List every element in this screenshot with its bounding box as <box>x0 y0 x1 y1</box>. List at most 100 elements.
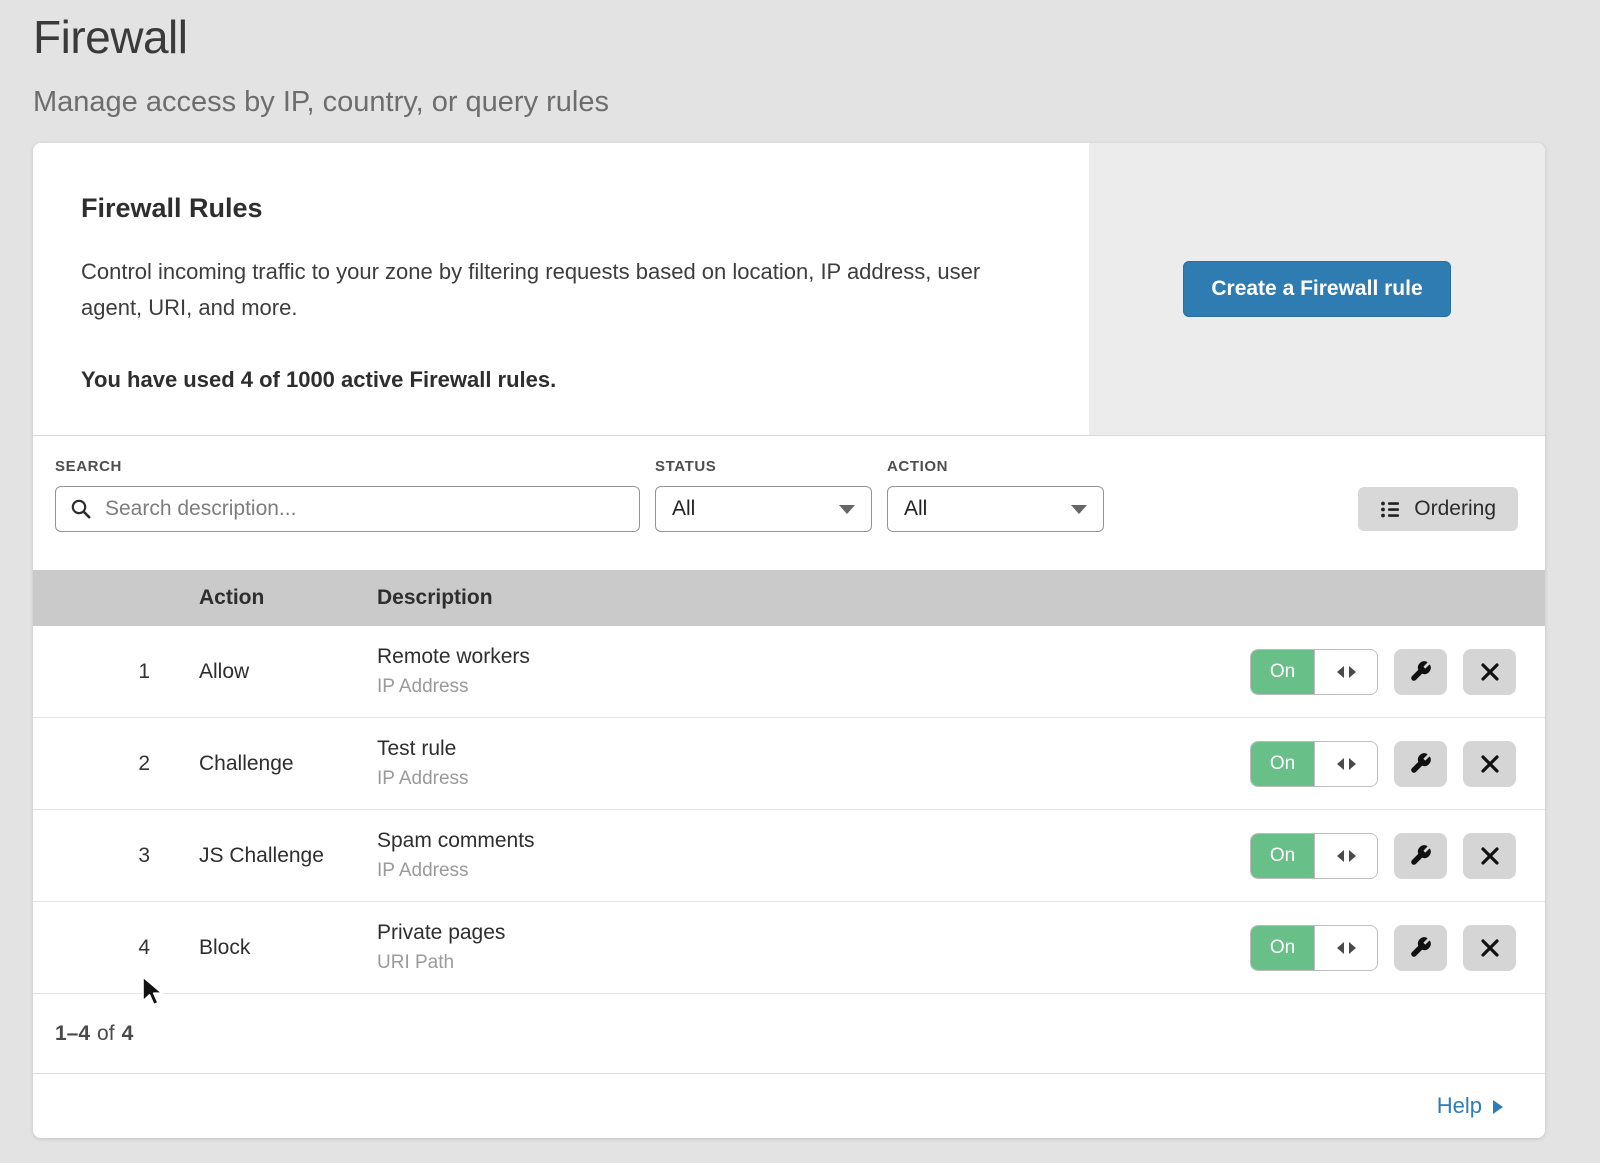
mouse-cursor <box>140 976 166 1015</box>
edit-rule-button[interactable] <box>1394 741 1447 787</box>
ordering-button[interactable]: Ordering <box>1358 487 1518 531</box>
rule-priority-number: 4 <box>33 936 166 960</box>
page-title: Firewall <box>33 10 1600 64</box>
action-select[interactable]: All <box>887 486 1104 532</box>
close-icon <box>1480 938 1500 958</box>
table-row: 1 Allow Remote workers IP Address On <box>33 626 1545 718</box>
description-column-header: Description <box>344 586 1215 610</box>
wrench-icon <box>1409 844 1432 867</box>
rule-action: Allow <box>166 660 344 684</box>
arrow-left-icon <box>1337 850 1344 862</box>
status-select[interactable]: All <box>655 486 872 532</box>
toggle-on-label: On <box>1251 742 1314 786</box>
arrow-right-icon <box>1349 666 1356 678</box>
delete-rule-button[interactable] <box>1463 741 1516 787</box>
rule-controls: On <box>1215 741 1545 787</box>
table-row: 3 JS Challenge Spam comments IP Address … <box>33 810 1545 902</box>
rule-controls: On <box>1215 925 1545 971</box>
filter-bar: SEARCH STATUS All ACTION All <box>33 436 1545 570</box>
wrench-icon <box>1409 936 1432 959</box>
delete-rule-button[interactable] <box>1463 649 1516 695</box>
rules-heading: Firewall Rules <box>81 193 1041 224</box>
rules-usage-text: You have used 4 of 1000 active Firewall … <box>81 367 1041 393</box>
toggle-handle <box>1314 742 1377 786</box>
rule-enabled-toggle[interactable]: On <box>1250 741 1378 787</box>
action-selected-value: All <box>904 497 927 521</box>
rule-action: Challenge <box>166 752 344 776</box>
close-icon <box>1480 662 1500 682</box>
search-input[interactable] <box>103 496 625 522</box>
search-box <box>55 486 640 532</box>
rule-action: Block <box>166 936 344 960</box>
help-row: Help <box>33 1074 1545 1138</box>
rule-enabled-toggle[interactable]: On <box>1250 649 1378 695</box>
close-icon <box>1480 846 1500 866</box>
edit-rule-button[interactable] <box>1394 833 1447 879</box>
status-label: STATUS <box>655 458 872 475</box>
rule-description-cell: Spam comments IP Address <box>344 829 1215 882</box>
edit-rule-button[interactable] <box>1394 649 1447 695</box>
rule-description: Spam comments <box>377 829 1215 853</box>
rules-intro-text: Firewall Rules Control incoming traffic … <box>33 143 1089 435</box>
help-link-label: Help <box>1437 1093 1482 1119</box>
rule-description-cell: Test rule IP Address <box>344 737 1215 790</box>
table-header: Action Description <box>33 570 1545 626</box>
search-label: SEARCH <box>55 458 640 475</box>
pagination-range: 1–4 <box>55 1022 90 1046</box>
status-selected-value: All <box>672 497 695 521</box>
chevron-down-icon <box>1071 505 1087 514</box>
delete-rule-button[interactable] <box>1463 925 1516 971</box>
toggle-handle <box>1314 650 1377 694</box>
page-header: Firewall Manage access by IP, country, o… <box>0 0 1600 119</box>
help-link[interactable]: Help <box>1437 1093 1503 1119</box>
status-filter-group: STATUS All <box>655 458 872 532</box>
firewall-rules-card: Firewall Rules Control incoming traffic … <box>33 143 1545 1138</box>
action-filter-group: ACTION All <box>887 458 1104 532</box>
arrow-right-icon <box>1349 942 1356 954</box>
rule-priority-number: 1 <box>33 660 166 684</box>
rule-enabled-toggle[interactable]: On <box>1250 833 1378 879</box>
rule-match-field: URI Path <box>377 952 1215 974</box>
rule-priority-number: 2 <box>33 752 166 776</box>
wrench-icon <box>1409 752 1432 775</box>
pagination-row: 1–4 of 4 <box>33 994 1545 1074</box>
delete-rule-button[interactable] <box>1463 833 1516 879</box>
arrow-left-icon <box>1337 942 1344 954</box>
table-row: 2 Challenge Test rule IP Address On <box>33 718 1545 810</box>
arrow-left-icon <box>1337 666 1344 678</box>
page-subtitle: Manage access by IP, country, or query r… <box>33 86 1600 119</box>
toggle-handle <box>1314 926 1377 970</box>
arrow-right-icon <box>1349 850 1356 862</box>
toggle-on-label: On <box>1251 650 1314 694</box>
rule-match-field: IP Address <box>377 860 1215 882</box>
rule-description-cell: Remote workers IP Address <box>344 645 1215 698</box>
create-firewall-rule-button[interactable]: Create a Firewall rule <box>1183 261 1450 317</box>
close-icon <box>1480 754 1500 774</box>
rule-description: Private pages <box>377 921 1215 945</box>
rules-intro-section: Firewall Rules Control incoming traffic … <box>33 143 1545 436</box>
chevron-down-icon <box>839 505 855 514</box>
search-icon <box>70 498 92 520</box>
rule-description: Remote workers <box>377 645 1215 669</box>
ordering-list-icon <box>1380 499 1401 520</box>
rule-controls: On <box>1215 833 1545 879</box>
arrow-right-icon <box>1349 758 1356 770</box>
pagination-of: of <box>97 1022 115 1046</box>
search-filter-group: SEARCH <box>55 458 640 532</box>
table-row: 4 Block Private pages URI Path On <box>33 902 1545 994</box>
rule-description: Test rule <box>377 737 1215 761</box>
toggle-on-label: On <box>1251 834 1314 878</box>
arrow-right-icon <box>1493 1100 1503 1114</box>
rules-description: Control incoming traffic to your zone by… <box>81 254 1026 325</box>
rule-description-cell: Private pages URI Path <box>344 921 1215 974</box>
arrow-left-icon <box>1337 758 1344 770</box>
rule-priority-number: 3 <box>33 844 166 868</box>
action-column-header: Action <box>166 586 344 610</box>
toggle-handle <box>1314 834 1377 878</box>
toggle-on-label: On <box>1251 926 1314 970</box>
create-rule-panel: Create a Firewall rule <box>1089 143 1545 435</box>
ordering-button-label: Ordering <box>1414 497 1496 521</box>
rule-enabled-toggle[interactable]: On <box>1250 925 1378 971</box>
edit-rule-button[interactable] <box>1394 925 1447 971</box>
rule-action: JS Challenge <box>166 844 344 868</box>
